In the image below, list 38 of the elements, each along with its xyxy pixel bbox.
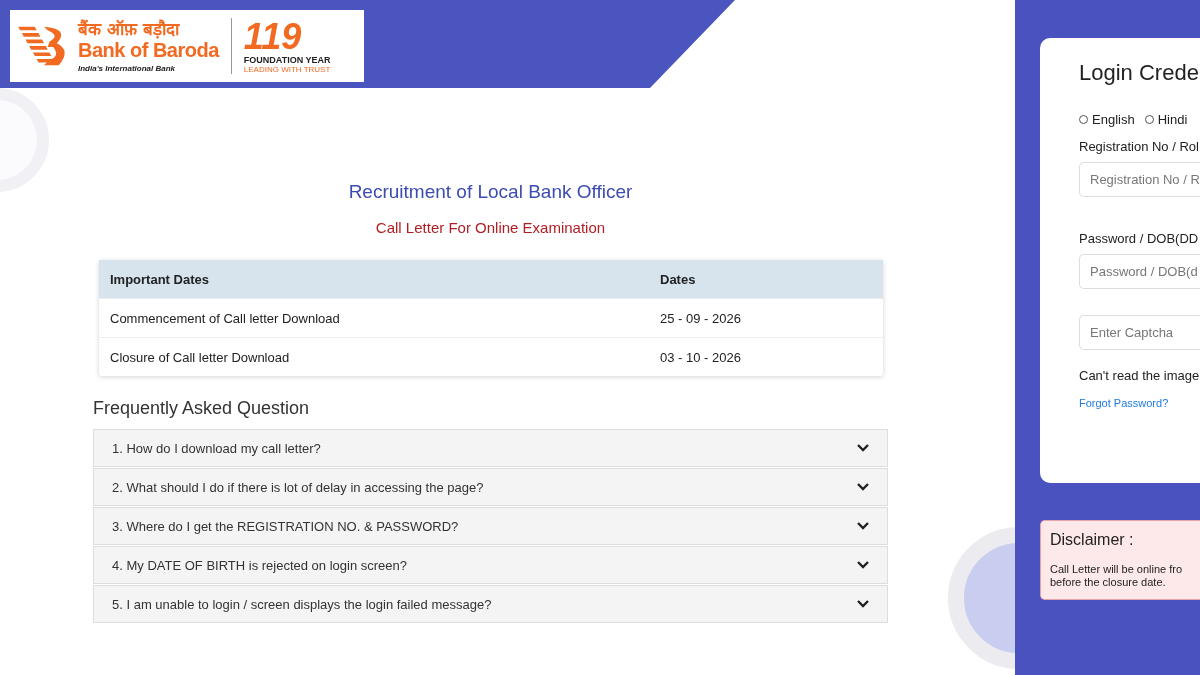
field-label: Password / DOB(DD	[1079, 231, 1199, 246]
table-cell-text: 03 - 10 - 2026	[660, 349, 742, 365]
disclaimer-text: before the closure date.	[1050, 576, 1167, 589]
help-text: Can't read the image	[1079, 368, 1200, 383]
field-label: Registration No / Rol	[1079, 139, 1199, 154]
input-field[interactable]: Password / DOB(d	[1079, 254, 1200, 289]
disclaimer-text: Call Letter will be online fro	[1050, 563, 1184, 576]
logo-text: Bank of Baroda	[78, 39, 219, 61]
faq-item[interactable]: 2. What should I do if there is lot of delay in accessing the page?	[93, 468, 888, 506]
forgot-password-link[interactable]: Forgot Password?	[1079, 397, 1169, 409]
section-title: Frequently Asked Question	[93, 398, 311, 419]
anniversary-tagline: LEADING WITH TRUST	[243, 64, 331, 74]
logo-hindi-text: बैंक ऑफ़ बड़ौदा	[78, 19, 179, 39]
faq-item[interactable]: 3. Where do I get the REGISTRATION NO. & PASSWORD?	[93, 507, 888, 545]
faq-item[interactable]: 4. My DATE OF BIRTH is rejected on login screen?	[93, 546, 888, 584]
chevron-icon	[857, 600, 869, 608]
column-header: Important Dates	[109, 271, 210, 287]
radio-option[interactable]: Hindi	[1144, 112, 1188, 127]
chevron-icon	[857, 561, 869, 569]
input-field[interactable]: Registration No / R	[1079, 162, 1200, 197]
page-subheading: Call Letter For Online Examination	[374, 219, 607, 236]
table-cell-text: Closure of Call letter Download	[109, 349, 291, 365]
chevron-icon	[857, 444, 869, 452]
card-title: Login Crede	[1079, 60, 1199, 86]
column-header: Dates	[660, 271, 697, 287]
anniversary-caption: FOUNDATION YEAR	[243, 54, 331, 65]
page-heading: Recruitment of Local Bank Officer	[347, 181, 634, 203]
radio-option[interactable]: English	[1079, 112, 1135, 127]
chevron-icon	[857, 522, 869, 530]
table-cell-text: 25 - 09 - 2026	[660, 310, 742, 326]
table-cell-text: Commencement of Call letter Download	[109, 310, 341, 326]
logo-tagline: India's International Bank	[78, 64, 176, 73]
input-field[interactable]: Enter Captcha	[1079, 315, 1200, 350]
chevron-icon	[857, 483, 869, 491]
disclaimer-title: Disclaimer :	[1050, 531, 1135, 549]
anniversary-number: 119	[243, 18, 302, 55]
faq-item[interactable]: 1. How do I download my call letter?	[93, 429, 888, 467]
faq-item[interactable]: 5. I am unable to login / screen displays the login failed message?	[93, 585, 888, 623]
